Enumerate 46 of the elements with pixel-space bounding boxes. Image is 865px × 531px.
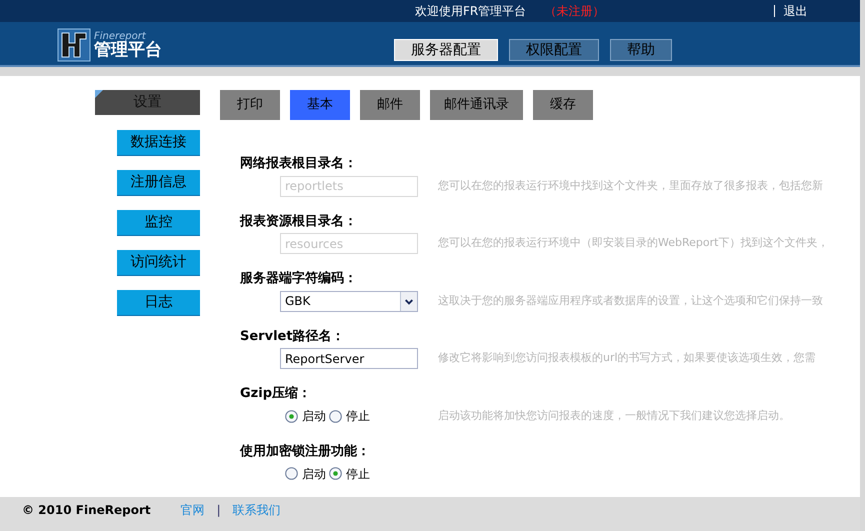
logo-brand: Finereport — [94, 32, 146, 42]
text-field[interactable]: ReportServer — [280, 348, 418, 369]
sidebar-item[interactable]: 日志 — [117, 290, 200, 316]
radio-option[interactable]: 停止 — [329, 407, 370, 425]
radio-option[interactable]: 停止 — [329, 464, 370, 482]
sidebar-header-text: 设置 — [134, 93, 162, 112]
logo-title: 管理平台 — [94, 42, 162, 58]
welcome-text: 欢迎使用FR管理平台 — [415, 3, 526, 20]
setting-label: 报表资源根目录名： — [240, 212, 358, 230]
select-field[interactable]: GBK — [280, 290, 418, 312]
sub-tab[interactable]: 基本 — [290, 90, 350, 120]
setting-label: 网络报表根目录名： — [240, 155, 358, 173]
radio-option[interactable]: 启动 — [285, 407, 326, 425]
select-value: GBK — [284, 293, 312, 310]
radio-option[interactable]: 启动 — [285, 464, 326, 482]
logout-link[interactable]: 退出 — [783, 2, 808, 20]
main-tab[interactable]: 权限配置 — [509, 39, 599, 61]
logo-icon — [57, 28, 91, 62]
main-tab[interactable]: 帮助 — [610, 39, 672, 61]
corner-icon — [95, 90, 103, 98]
link-separator: | — [216, 502, 221, 519]
copyright-text: © 2010 FineReport — [22, 502, 151, 519]
sub-tab[interactable]: 缓存 — [533, 90, 593, 120]
setting-label: 服务器端字符编码： — [240, 270, 358, 288]
setting-description: 修改它将影响到您访问报表模板的url的书写方式，如果要使该选项生效，您需 — [438, 350, 816, 366]
sidebar-item[interactable]: 数据连接 — [117, 130, 200, 156]
sidebar-item[interactable]: 注册信息 — [117, 170, 200, 196]
setting-description: 启动该功能将加快您访问报表的速度，一般情况下我们建议您选择启动。 — [438, 408, 790, 424]
setting-label: Servlet路径名： — [240, 328, 346, 346]
sub-tab[interactable]: 邮件 — [360, 90, 420, 120]
radio-checked-icon — [285, 410, 298, 422]
sub-tab[interactable]: 打印 — [220, 90, 280, 120]
radio-icon — [329, 410, 342, 422]
registration-status: （未注册） — [544, 3, 604, 20]
sidebar-item[interactable]: 访问统计 — [117, 250, 200, 276]
setting-description: 您可以在您的报表运行环境中（即安装目录的WebReport下）找到这个文件夹， — [438, 235, 828, 252]
radio-icon — [285, 467, 298, 480]
setting-description: 这取决于您的服务器端应用程序或者数据库的设置，让这个选项和它们保持一致 — [438, 292, 823, 309]
radio-checked-icon — [329, 467, 342, 480]
main-tab[interactable]: 服务器配置 — [394, 39, 498, 61]
sub-tab[interactable]: 邮件通讯录 — [430, 90, 523, 120]
setting-label: 使用加密锁注册功能： — [240, 442, 371, 460]
setting-label: Gzip压缩： — [240, 384, 312, 403]
sidebar-item[interactable]: 监控 — [117, 210, 200, 236]
setting-description: 您可以在您的报表运行环境中找到这个文件夹，里面存放了很多报表，包括您新 — [438, 178, 823, 194]
dropdown-icon — [400, 292, 417, 310]
